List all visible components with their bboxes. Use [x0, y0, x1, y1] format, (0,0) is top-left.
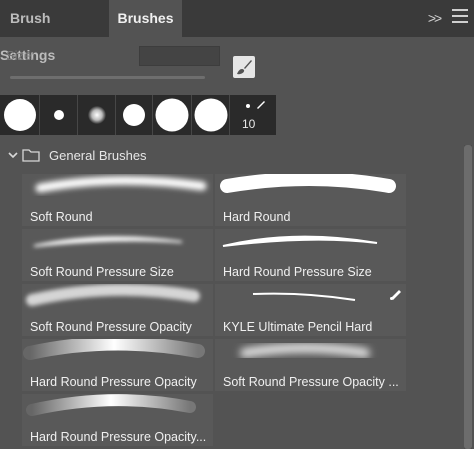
brush-tile[interactable]: KYLE Ultimate Pencil Hard: [215, 284, 406, 336]
folder-icon: [22, 149, 40, 162]
brush-stroke-preview: [33, 236, 183, 247]
recent-brush-6[interactable]: [192, 95, 230, 135]
recent-brush-1[interactable]: [0, 95, 40, 135]
size-slider[interactable]: [10, 76, 205, 79]
brush-stroke-preview: [240, 343, 370, 358]
recent-brush-size: 10: [242, 117, 256, 131]
recent-brush-5[interactable]: [153, 95, 192, 135]
brush-name: Hard Round Pressure Size: [223, 265, 372, 279]
brush-stroke-preview: [252, 292, 356, 301]
brush-tile[interactable]: Hard Round Pressure Opacity...: [22, 394, 213, 446]
brush-tile[interactable]: Hard Round Pressure Opacity: [22, 339, 213, 391]
size-field[interactable]: [139, 46, 220, 66]
brush-stroke-preview: [220, 174, 396, 193]
tab-brushes[interactable]: Brushes: [109, 0, 182, 37]
recent-brushes-strip: 10: [0, 95, 276, 135]
brush-tile[interactable]: Soft Round Pressure Opacity ...: [215, 339, 406, 391]
group-label: General Brushes: [49, 148, 147, 163]
brush-group-general[interactable]: General Brushes: [0, 143, 474, 169]
brush-tile[interactable]: Soft Round: [22, 174, 213, 226]
brush-name: Soft Round: [30, 210, 93, 224]
brush-tile[interactable]: Hard Round Pressure Size: [215, 229, 406, 281]
recent-brush-2[interactable]: [40, 95, 78, 135]
brush-name: Soft Round Pressure Opacity ...: [223, 375, 399, 389]
brush-stroke-preview: [23, 339, 205, 360]
brush-name: KYLE Ultimate Pencil Hard: [223, 320, 373, 334]
brush-name: Hard Round Pressure Opacity: [30, 375, 197, 389]
chevron-down-icon[interactable]: [6, 148, 20, 162]
recent-brush-7[interactable]: 10: [230, 95, 276, 135]
recent-brush-3[interactable]: [78, 95, 116, 135]
brush-name: Soft Round Pressure Opacity: [30, 320, 192, 334]
brush-stroke-preview: [26, 394, 196, 416]
brush-name: Hard Round Pressure Opacity...: [30, 430, 207, 444]
brush-stroke-preview: [26, 284, 200, 306]
brush-stroke-preview: [35, 175, 207, 193]
brush-name: Soft Round Pressure Size: [30, 265, 174, 279]
brush-stroke-preview: [222, 235, 378, 247]
brush-name: Hard Round: [223, 210, 291, 224]
panel-menu-icon[interactable]: [452, 9, 468, 29]
size-label: Size:: [6, 48, 35, 63]
tab-brush-settings[interactable]: Brush Settings: [0, 0, 108, 63]
panel-tab-bar: Brush Settings Brushes >>: [0, 0, 474, 63]
new-preset-brush-icon[interactable]: [232, 55, 256, 79]
brush-tool-icon: [257, 101, 265, 109]
brush-tile[interactable]: Hard Round: [215, 174, 406, 226]
scrollbar-thumb[interactable]: [464, 145, 472, 449]
recent-brush-4[interactable]: [116, 95, 153, 135]
scrollbar[interactable]: [464, 145, 472, 449]
brush-tile[interactable]: Soft Round Pressure Size: [22, 229, 213, 281]
brush-tile[interactable]: Soft Round Pressure Opacity: [22, 284, 213, 336]
double-chevron-right-icon[interactable]: >>: [422, 0, 446, 37]
brush-tool-icon: [389, 286, 403, 300]
